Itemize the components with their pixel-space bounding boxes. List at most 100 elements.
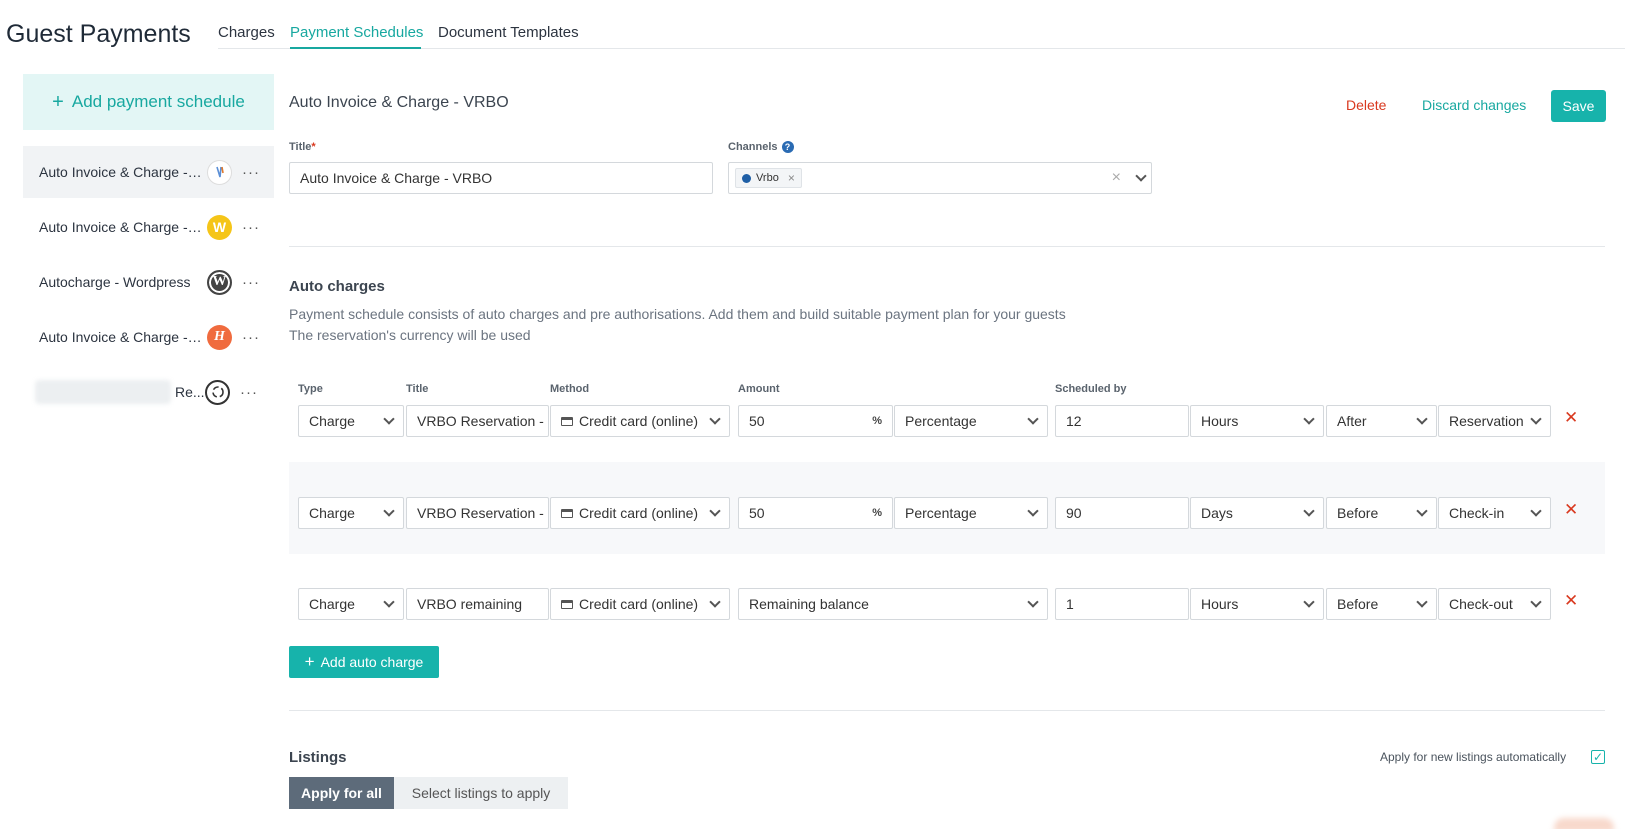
title-input-value: Auto Invoice & Charge - VRBO: [300, 170, 493, 186]
chevron-down-icon: [1416, 505, 1428, 517]
tab-document-templates[interactable]: Document Templates: [438, 24, 579, 41]
sidebar-item-woocommerce[interactable]: Auto Invoice & Charge - WooCommerce W ··…: [23, 201, 274, 253]
tab-charges[interactable]: Charges: [218, 24, 275, 41]
charge-type-value: Charge: [309, 413, 355, 429]
time-unit-select[interactable]: Hours: [1190, 588, 1324, 620]
credit-card-icon: [561, 599, 573, 609]
sidebar-item-hostfully[interactable]: Auto Invoice & Charge - Hostfully H ···: [23, 311, 274, 363]
charge-title-input[interactable]: VRBO remaining: [406, 588, 549, 620]
relation-select[interactable]: Before: [1326, 497, 1437, 529]
event-value: Check-in: [1449, 505, 1505, 521]
remove-chip-icon[interactable]: ×: [788, 171, 795, 185]
charge-type-value: Charge: [309, 596, 355, 612]
add-payment-schedule-button[interactable]: + Add payment schedule: [23, 74, 274, 130]
relation-select[interactable]: Before: [1326, 588, 1437, 620]
sidebar-item-vrbo[interactable]: Auto Invoice & Charge - VRBO ···: [23, 146, 274, 198]
title-input[interactable]: Auto Invoice & Charge - VRBO: [289, 162, 713, 194]
amount-type-select[interactable]: Percentage: [894, 497, 1048, 529]
column-method: Method: [550, 383, 590, 395]
chevron-down-icon[interactable]: [1135, 170, 1147, 182]
method-select[interactable]: Credit card (online): [550, 588, 730, 620]
title-field-label: Title*: [289, 141, 316, 153]
page-title: Guest Payments: [6, 20, 191, 48]
channel-chip-vrbo: Vrbo ×: [735, 168, 802, 188]
sidebar-item-label: Auto Invoice & Charge - WooCommerce: [39, 219, 205, 235]
charge-type-select[interactable]: Charge: [298, 588, 404, 620]
chevron-down-icon: [383, 505, 395, 517]
sidebar-item-label: Auto Invoice & Charge - VRBO: [39, 164, 205, 180]
discard-changes-button[interactable]: Discard changes: [1422, 97, 1526, 113]
charge-title-input[interactable]: VRBO Reservation - 50%: [406, 497, 549, 529]
charge-type-select[interactable]: Charge: [298, 497, 404, 529]
channels-field-label: Channels?: [728, 141, 794, 154]
tab-payment-schedules[interactable]: Payment Schedules: [290, 24, 423, 41]
remove-charge-icon[interactable]: ✕: [1564, 408, 1578, 428]
channels-select[interactable]: Vrbo × ×: [728, 162, 1152, 194]
listings-title: Listings: [289, 749, 347, 766]
charge-title-value: VRBO Reservation - 50%: [417, 413, 548, 429]
schedule-value: 12: [1066, 413, 1082, 429]
section-divider: [289, 710, 1605, 711]
apply-for-all-button[interactable]: Apply for all: [289, 777, 394, 809]
chevron-down-icon: [709, 413, 721, 425]
amount-type-select[interactable]: Percentage: [894, 405, 1048, 437]
more-options-icon[interactable]: ···: [242, 329, 260, 346]
chevron-down-icon: [1416, 413, 1428, 425]
amount-type-select[interactable]: Remaining balance: [738, 588, 1048, 620]
save-button[interactable]: Save: [1551, 90, 1606, 122]
header-divider: [218, 48, 1625, 49]
currency-note: The reservation's currency will be used: [289, 327, 531, 343]
time-unit-select[interactable]: Days: [1190, 497, 1324, 529]
time-unit-value: Days: [1201, 505, 1233, 521]
time-unit-value: Hours: [1201, 596, 1239, 612]
charge-title-value: VRBO Reservation - 50%: [417, 505, 548, 521]
more-options-icon[interactable]: ···: [242, 274, 260, 291]
plus-icon: +: [52, 90, 64, 113]
charge-title-value: VRBO remaining: [417, 596, 523, 612]
help-icon[interactable]: ?: [781, 141, 794, 154]
add-auto-charge-button[interactable]: + Add auto charge: [289, 646, 439, 678]
woocommerce-logo-icon: W: [207, 214, 232, 240]
remove-charge-icon[interactable]: ✕: [1564, 591, 1578, 611]
clear-icon[interactable]: ×: [1112, 169, 1121, 187]
chevron-down-icon: [383, 596, 395, 608]
charge-type-select[interactable]: Charge: [298, 405, 404, 437]
charge-type-value: Charge: [309, 505, 355, 521]
event-select[interactable]: Reservation: [1438, 405, 1551, 437]
more-options-icon[interactable]: ···: [242, 219, 260, 236]
credit-card-icon: [561, 508, 573, 518]
schedule-value-input[interactable]: 90: [1055, 497, 1189, 529]
chevron-down-icon: [383, 413, 395, 425]
event-select[interactable]: Check-out: [1438, 588, 1551, 620]
more-options-icon[interactable]: ···: [240, 384, 258, 401]
method-select[interactable]: Credit card (online): [550, 405, 730, 437]
select-listings-button[interactable]: Select listings to apply: [394, 777, 568, 809]
more-options-icon[interactable]: ···: [242, 164, 260, 181]
column-type: Type: [298, 383, 323, 395]
delete-button[interactable]: Delete: [1346, 97, 1386, 113]
sidebar-item-wordpress[interactable]: Autocharge - Wordpress W ···: [23, 256, 274, 308]
percent-icon: %: [872, 507, 882, 519]
schedule-value-input[interactable]: 12: [1055, 405, 1189, 437]
active-tab-indicator: [290, 47, 421, 49]
relation-select[interactable]: After: [1326, 405, 1437, 437]
remove-charge-icon[interactable]: ✕: [1564, 500, 1578, 520]
sidebar-item-blurred[interactable]: Re... ···: [23, 366, 274, 418]
event-select[interactable]: Check-in: [1438, 497, 1551, 529]
amount-input[interactable]: 50%: [738, 405, 893, 437]
credit-card-icon: [561, 416, 573, 426]
charge-title-input[interactable]: VRBO Reservation - 50%: [406, 405, 549, 437]
method-select[interactable]: Credit card (online): [550, 497, 730, 529]
plus-icon: +: [304, 652, 315, 671]
schedule-value: 1: [1066, 596, 1074, 612]
auto-apply-checkbox[interactable]: ✓: [1591, 750, 1605, 764]
schedule-value-input[interactable]: 1: [1055, 588, 1189, 620]
auto-charges-description: Payment schedule consists of auto charge…: [289, 306, 1066, 322]
chevron-down-icon: [1530, 505, 1542, 517]
schedule-title: Auto Invoice & Charge - VRBO: [289, 94, 509, 111]
method-value: Credit card (online): [579, 596, 699, 612]
relation-value: Before: [1337, 505, 1379, 521]
amount-input[interactable]: 50%: [738, 497, 893, 529]
time-unit-select[interactable]: Hours: [1190, 405, 1324, 437]
chevron-down-icon: [1416, 596, 1428, 608]
